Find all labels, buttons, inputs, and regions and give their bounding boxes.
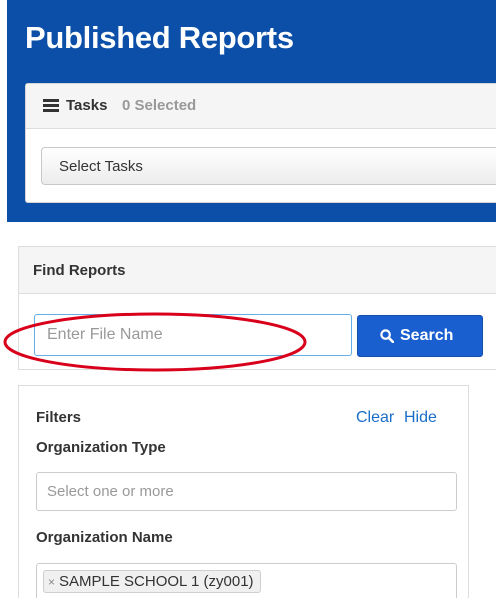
find-reports-title: Find Reports bbox=[33, 262, 126, 279]
tasks-label: Tasks bbox=[66, 97, 108, 114]
organization-type-select[interactable]: Select one or more bbox=[36, 472, 457, 511]
find-reports-panel: Find Reports Search bbox=[18, 246, 496, 370]
selected-organization-tag: × SAMPLE SCHOOL 1 (zy001) bbox=[43, 570, 261, 593]
page-title: Published Reports bbox=[25, 20, 294, 55]
tasks-panel-header: Tasks 0 Selected bbox=[26, 84, 496, 129]
select-tasks-dropdown[interactable]: Select Tasks bbox=[41, 147, 496, 185]
published-reports-page: Published Reports Tasks 0 Selected Selec… bbox=[0, 0, 496, 598]
organization-name-select[interactable]: × SAMPLE SCHOOL 1 (zy001) bbox=[36, 563, 457, 598]
search-button-label: Search bbox=[400, 327, 454, 344]
selected-organization-label: SAMPLE SCHOOL 1 (zy001) bbox=[59, 573, 254, 590]
file-name-input[interactable] bbox=[34, 314, 352, 356]
list-icon bbox=[43, 99, 59, 112]
organization-type-label: Organization Type bbox=[36, 439, 166, 456]
remove-tag-icon[interactable]: × bbox=[48, 575, 55, 589]
filters-title: Filters bbox=[36, 409, 82, 426]
tasks-selected-count: 0 Selected bbox=[122, 97, 197, 114]
search-icon bbox=[380, 329, 394, 343]
organization-name-label: Organization Name bbox=[36, 529, 173, 546]
clear-filters-link[interactable]: Clear bbox=[356, 409, 394, 427]
filters-panel: Filters Clear Hide Organization Type Sel… bbox=[18, 385, 469, 598]
find-reports-header: Find Reports bbox=[19, 247, 496, 294]
search-button[interactable]: Search bbox=[357, 315, 483, 357]
header-band: Published Reports Tasks 0 Selected Selec… bbox=[7, 0, 496, 222]
tasks-panel: Tasks 0 Selected Select Tasks bbox=[25, 83, 496, 203]
hide-filters-link[interactable]: Hide bbox=[404, 409, 437, 427]
